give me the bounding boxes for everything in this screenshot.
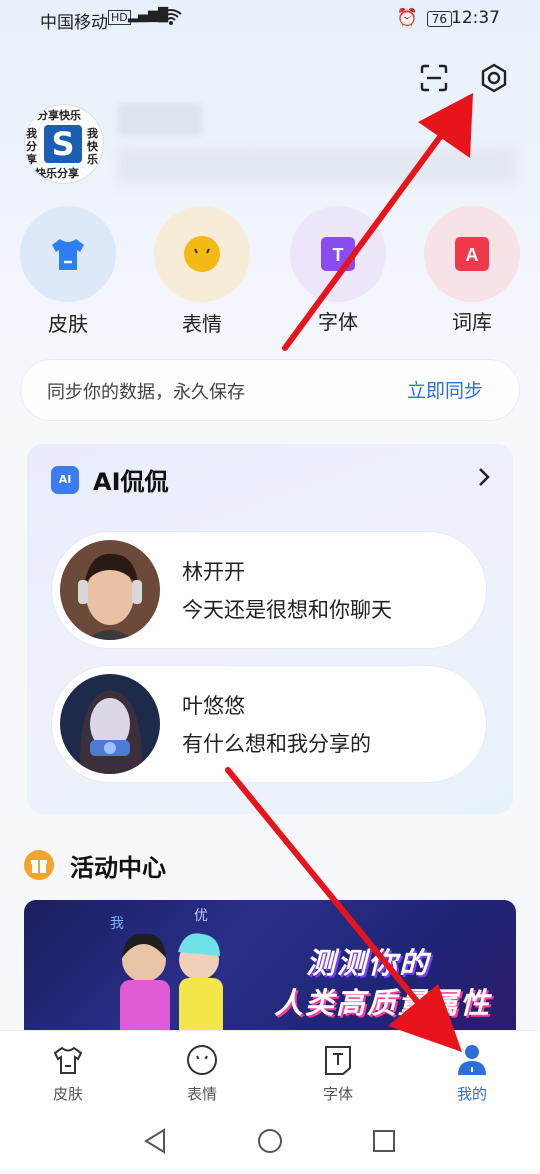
font-icon-circle: T	[290, 206, 386, 302]
quick-skin[interactable]: 皮肤	[20, 206, 116, 337]
back-icon[interactable]	[144, 1128, 165, 1154]
chat-message: 有什么想和我分享的	[182, 732, 371, 756]
sync-text: 同步你的数据，永久保存	[47, 382, 245, 403]
battery-indicator: 76	[426, 11, 452, 27]
gift-icon	[24, 850, 54, 880]
home-icon[interactable]	[258, 1129, 282, 1153]
quick-skin-label: 皮肤	[48, 312, 88, 336]
chat-message: 今天还是很想和你聊天	[182, 598, 392, 622]
alarm-icon: ⏰	[396, 8, 418, 28]
settings-button[interactable]	[478, 62, 510, 94]
quick-dict[interactable]: A 词库	[424, 206, 520, 335]
sync-bar: 同步你的数据，永久保存 立即同步	[21, 360, 519, 420]
character-avatar-lin	[60, 540, 160, 640]
skin-icon-circle	[20, 206, 116, 302]
chat-name: 林开开	[182, 560, 245, 584]
scan-button[interactable]	[418, 62, 450, 94]
font-icon: T	[321, 237, 355, 271]
avatar-text-right: 我快乐	[87, 127, 98, 166]
nav-skin-label: 皮肤	[52, 1085, 83, 1103]
shirt-icon	[52, 239, 84, 270]
quick-font-label: 字体	[318, 310, 358, 334]
recents-icon[interactable]	[373, 1130, 395, 1152]
nav-font-label: 字体	[322, 1085, 353, 1103]
dict-icon-circle: A	[424, 206, 520, 302]
scan-icon	[420, 64, 448, 92]
emoji-icon-circle	[154, 206, 250, 302]
chat-name: 叶悠悠	[182, 694, 245, 718]
emoji-icon	[184, 236, 220, 272]
banner-characters: 我 优	[110, 908, 223, 1040]
banner-line-2: 人类高质量属性	[274, 986, 492, 1020]
avatar-text-left: 我分享	[26, 127, 37, 166]
username-blurred	[117, 103, 203, 135]
ai-chat-card: AI AI侃侃 林开开 今天还是很想和你聊天 叶悠悠 有什么想和我分享的	[27, 444, 513, 814]
nav-emoji-label: 表情	[186, 1085, 217, 1103]
ai-section-title[interactable]: AI侃侃	[93, 462, 169, 497]
carrier-label: 中国移动	[40, 13, 108, 33]
chevron-right-icon[interactable]	[475, 466, 493, 492]
avatar-logo: S	[44, 125, 82, 163]
font-icon-letter: T	[333, 245, 344, 265]
avatar[interactable]: 分享快乐 我分享 我快乐 快乐分享 S	[24, 104, 104, 184]
svg-text:我: 我	[110, 916, 124, 932]
wifi-icon	[160, 8, 182, 31]
avatar-text-top: 分享快乐	[37, 109, 81, 122]
system-navigation	[0, 1116, 540, 1170]
font-icon	[325, 1046, 351, 1075]
quick-font[interactable]: T 字体	[290, 206, 386, 335]
dictionary-icon: A	[455, 237, 489, 271]
activity-center-title: 活动中心	[70, 854, 166, 882]
user-info-blurred	[117, 146, 517, 184]
character-avatar-ye	[60, 674, 160, 774]
nav-font[interactable]: 字体	[298, 1043, 378, 1104]
dict-icon-letter: A	[466, 245, 479, 265]
nav-mine[interactable]: 我的	[432, 1043, 512, 1104]
nav-skin[interactable]: 皮肤	[28, 1043, 108, 1104]
quick-emoji-label: 表情	[182, 312, 222, 336]
emoji-icon	[187, 1045, 217, 1075]
bottom-navigation: 皮肤 表情 字体 我的	[0, 1030, 540, 1117]
clock: 12:37	[451, 8, 500, 28]
quick-emoji[interactable]: 表情	[154, 206, 250, 337]
shirt-icon	[53, 1046, 83, 1074]
nav-emoji[interactable]: 表情	[162, 1043, 242, 1104]
status-bar: 中国移动 HD ▂▄▆█ ⏰ 76 12:37	[0, 0, 540, 38]
chat-item-lin[interactable]: 林开开 今天还是很想和你聊天	[52, 532, 486, 648]
banner-line-1: 测测你的	[306, 946, 431, 980]
gear-icon	[481, 63, 507, 93]
avatar-text-bottom: 快乐分享	[35, 167, 79, 180]
ai-badge-icon: AI	[51, 466, 79, 494]
sync-now-button[interactable]: 立即同步	[407, 376, 483, 403]
profile-icon	[458, 1045, 486, 1075]
chat-item-ye[interactable]: 叶悠悠 有什么想和我分享的	[52, 666, 486, 782]
activity-banner[interactable]: 我 优 测测你的 人类高质量属性	[24, 900, 516, 1040]
quick-dict-label: 词库	[452, 310, 492, 334]
nav-mine-label: 我的	[456, 1085, 487, 1103]
svg-text:优: 优	[194, 908, 208, 924]
